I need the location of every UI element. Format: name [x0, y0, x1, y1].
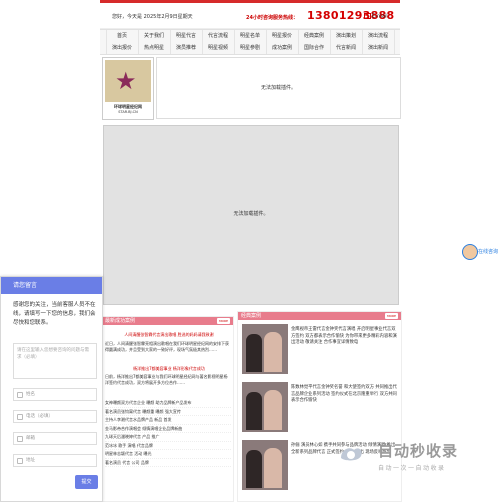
panel-header: 经典案例 MORE [238, 312, 401, 320]
top-banner-plugin: 无法加载插件。 [156, 57, 401, 119]
online-chat-widget[interactable]: 在线咨询 [460, 242, 500, 262]
nav-item[interactable]: 明星名单 [235, 30, 267, 42]
leave-message-form: 请您留言 感谢您的关注，当前客服人员不在线，请填写一下您的信息，我们会尽快和您联… [0, 276, 103, 502]
watermark-logo-icon [341, 448, 362, 461]
more-link[interactable]: MORE [385, 313, 398, 319]
list-item[interactable]: 著名演员张钧甯代言 曝颜重 曝颜 强大宣传 [105, 408, 231, 416]
nav-item[interactable]: 演出新闻 [363, 42, 395, 54]
nav-item[interactable]: 关于我们 [139, 30, 171, 42]
panel-header: 最新成功案例 MORE [102, 317, 233, 325]
main-nav: 首页 关于我们 明星代言 代言流程 明星名单 明星报价 经典案例 演出策划 演出… [100, 29, 400, 55]
nav-item[interactable]: 明星报价 [267, 30, 299, 42]
phone-placeholder: 电话（必填） [26, 414, 53, 419]
nav-item[interactable]: 演出报价 [105, 42, 139, 54]
list-item[interactable]: 著名演员 代言 公司 品牌 [105, 459, 231, 467]
message-placeholder: 请在这里输入您想要咨询的问题与需求（必填） [17, 348, 89, 360]
nav-item[interactable]: 明星参剧 [235, 42, 267, 54]
list-item[interactable]: 九球天后潘晓婷代言 产品 推广 [105, 433, 231, 442]
logo-domain: STAR.BJ.CN [118, 110, 138, 114]
summary-text: 近日，人间清醒张智霖亮相演出歌唱在我们环球明星经纪网的安排下获得圆满成功，并且受… [105, 341, 229, 352]
watermark: 自动秒收录 自动一次一自动收录 [338, 440, 498, 476]
plugin-message: 无法加载插件。 [260, 85, 296, 91]
form-title: 请您留言 [1, 277, 102, 294]
list-item[interactable]: 金马影帝合作演唱会 倾情演唱企业品牌新曲 [105, 425, 231, 433]
list-item[interactable]: 范冰冰 歌手 演唱 代言品牌 [105, 442, 231, 450]
nav-item[interactable]: 成功案例 [267, 42, 299, 54]
case-item[interactable]: 金鹰视帝王雷代言金钟奖代言演唱 开启明星事业代言双方签约 双方都表示合作愉快 为… [242, 324, 401, 376]
address-placeholder: 地址 [26, 458, 35, 463]
nav-item[interactable]: 经典案例 [299, 30, 331, 42]
form-intro: 感谢您的关注，当前客服人员不在线，请填写一下您的信息，我们会尽快和您联系。 [13, 302, 96, 326]
summary-text: 日前，杨洋推出7都美容事业与我们环球明星经纪网与著名影视明星杨洋签约代言成功，双… [105, 374, 228, 385]
mail-icon [17, 436, 23, 442]
latest-cases-panel: 最新成功案例 MORE 人间清醒张智霖代言演出歌唱 胜选的妈妈请我致谢 近日，人… [101, 316, 234, 502]
watermark-subtitle: 自动一次一自动收录 [378, 465, 446, 472]
email-placeholder: 邮箱 [26, 436, 35, 441]
logo-emblem: ★ [105, 60, 151, 102]
nav-item[interactable]: 热点明星 [139, 42, 171, 54]
nav-item[interactable]: 首页 [105, 30, 139, 42]
star-icon: ★ [115, 67, 137, 95]
case-summary: 金鹰视帝王雷代言金钟奖代言演唱 开启明星事业代言双方签约 双方都表示合作愉快 为… [291, 327, 397, 345]
date-greeting: 您好，今天是 2025年2月9日星期天 [112, 14, 193, 20]
nav-item[interactable]: 明星代言 [171, 30, 203, 42]
case-photo [242, 440, 288, 490]
submit-button[interactable]: 提交 [75, 475, 98, 489]
nav-item[interactable]: 明星视频 [203, 42, 235, 54]
hotline-label: 24小时咨询服务热线： [246, 15, 298, 21]
nav-row-2: 演出报价 热点明星 演员推荐 明星视频 明星参剧 成功案例 国际合作 代言新闻 … [100, 42, 400, 54]
location-icon [17, 458, 23, 464]
email-label: E-mail [372, 13, 388, 20]
email-link[interactable]: E-mail [364, 13, 388, 20]
phone-field[interactable]: 电话（必填） [13, 410, 97, 423]
name-field[interactable]: 姓名 [13, 388, 97, 401]
nav-item[interactable]: 代言流程 [203, 30, 235, 42]
main-banner-plugin: 无法加载插件。 [103, 125, 399, 305]
case-summary: 陈数林觉平代言金钟奖名誉 和大使签约双方 共同推出代言品牌企业系列活动 签约仪式… [291, 385, 397, 403]
nav-item[interactable]: 演出策划 [331, 30, 363, 42]
site-logo[interactable]: ★ 环球明星经纪网 STAR.BJ.CN [102, 57, 154, 120]
list-item[interactable]: 明星林志颖代言 活动 曝光 [105, 450, 231, 459]
case-photo [242, 324, 288, 374]
nav-item[interactable]: 演员推荐 [171, 42, 203, 54]
plugin-message: 无法加载插件。 [233, 211, 269, 217]
headline-link[interactable]: 杨洋推出7都美容事业 杨洋形象代言成功 [105, 366, 233, 372]
case-item[interactable]: 陈数林觉平代言金钟奖名誉 和大使签约双方 共同推出代言品牌企业系列活动 签约仪式… [242, 382, 401, 434]
list-item[interactable]: 主持人李湘代言水品牌产品 新品 首发 [105, 416, 231, 425]
agent-avatar-icon [462, 244, 478, 260]
name-placeholder: 姓名 [26, 392, 35, 397]
message-textarea[interactable]: 请在这里输入您想要咨询的问题与需求（必填） [13, 343, 97, 379]
list-item[interactable]: 女神曝颜双方代言企业 曝颜 助力品牌新产品发布 [105, 399, 231, 408]
nav-item[interactable]: 演出流程 [363, 30, 395, 42]
panel-title: 经典案例 [241, 313, 262, 319]
site-header: 您好，今天是 2025年2月9日星期天 24小时咨询服务热线： 13801293… [100, 3, 400, 29]
user-icon [17, 392, 23, 398]
watermark-title: 自动秒收录 [378, 442, 459, 460]
address-field[interactable]: 地址 [13, 454, 97, 467]
case-photo [242, 382, 288, 432]
case-list: 女神曝颜双方代言企业 曝颜 助力品牌新产品发布 著名演员张钧甯代言 曝颜重 曝颜… [105, 399, 231, 467]
headline-link[interactable]: 人间清醒张智霖代言演出歌唱 胜选的妈妈请我致谢 [105, 332, 233, 338]
nav-item[interactable]: 代言新闻 [331, 42, 363, 54]
email-icon [364, 13, 371, 19]
phone-icon [17, 414, 23, 420]
email-field[interactable]: 邮箱 [13, 432, 97, 445]
chat-label: 在线咨询 [478, 249, 499, 255]
nav-item[interactable]: 国际合作 [299, 42, 331, 54]
nav-row-1: 首页 关于我们 明星代言 代言流程 明星名单 明星报价 经典案例 演出策划 演出… [100, 30, 400, 42]
more-link[interactable]: MORE [217, 318, 230, 324]
panel-title: 最新成功案例 [105, 318, 136, 324]
